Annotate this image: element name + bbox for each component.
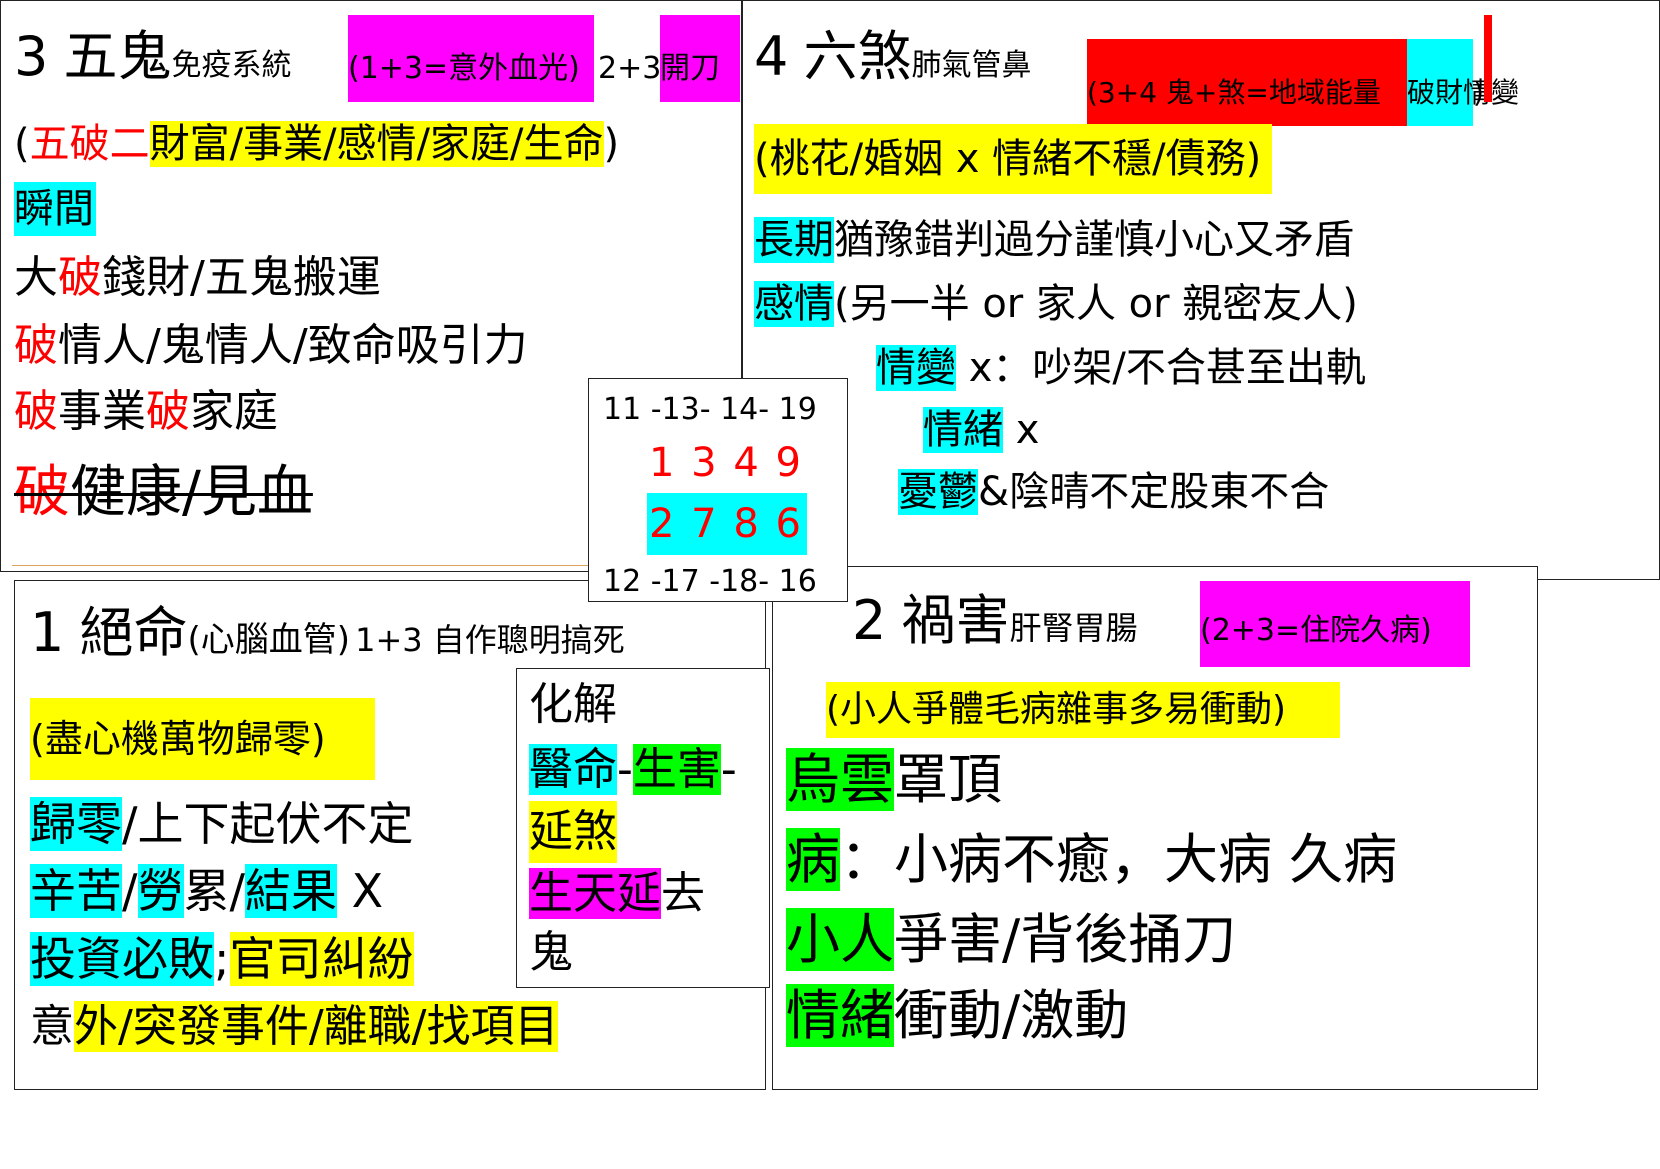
- wugui-combo-2b: 開刀: [660, 15, 740, 102]
- huohai-line-3: 病：小病不癒，大病 久病: [786, 828, 1398, 891]
- remedy-title: 化解: [529, 679, 617, 730]
- liusha-line-1: (桃花/婚姻 x 情緒不穩/債務): [754, 124, 1272, 194]
- wugui-title: 五鬼: [63, 25, 172, 88]
- jueming-organs: (心腦血管): [187, 620, 350, 660]
- huohai-title: 禍害: [901, 589, 1010, 652]
- jueming-line-5: 意外/突發事件/離職/找項目: [30, 1001, 559, 1052]
- wugui-line-4: 破情人/鬼情人/致命吸引力: [14, 320, 528, 371]
- wugui-line-1: (五破二財富/事業/感情/家庭/生命): [14, 121, 620, 167]
- liusha-organs: 肺氣管鼻: [911, 48, 1032, 83]
- liusha-combo: (3+4 鬼+煞=地域能量 破財情變): [1087, 15, 1519, 126]
- liusha-line-4: 情變 x：吵架/不合甚至出軌: [876, 345, 1366, 391]
- number-box-row-2: 2 7 8 6: [647, 493, 807, 555]
- huohai-line-2: 烏雲罩頂: [786, 748, 1002, 811]
- huohai-heading: 2 禍害肝腎胃腸: [852, 594, 1137, 660]
- jueming-line-1: (盡心機萬物歸零): [30, 698, 375, 780]
- jueming-combo: 1+3 自作聰明搞死: [355, 621, 625, 659]
- wugui-line-2: 瞬間: [14, 182, 96, 236]
- liusha-number: 4: [754, 25, 789, 88]
- remedy-line-4: 鬼: [529, 927, 573, 978]
- wugui-line-3: 大破錢財/五鬼搬運: [14, 252, 381, 303]
- liusha-line-2: 長期猶豫錯判過分謹慎小心又矛盾: [754, 217, 1354, 263]
- jueming-heading: 1 絕命(心腦血管) 1+3 自作聰明搞死: [30, 606, 625, 672]
- jueming-line-4: 投資必敗;官司糾紛: [30, 932, 414, 986]
- remedy-box: 化解 醫命-生害- 延煞 生天延去 鬼: [516, 668, 770, 988]
- huohai-line-1: (小人爭體毛病雜事多易衝動): [826, 682, 1340, 738]
- remedy-line-1: 醫命-生害-: [529, 744, 737, 795]
- divider-line: [12, 565, 612, 566]
- number-box-top: 11 -13- 14- 19: [603, 392, 817, 427]
- wugui-organs: 免疫系統: [171, 48, 292, 83]
- liusha-heading: 4 六煞肺氣管鼻: [754, 30, 1031, 96]
- jueming-line-2: 歸零/上下起伏不定: [30, 797, 414, 851]
- wugui-line-5: 破事業破家庭: [14, 386, 278, 437]
- wugui-number: 3: [14, 25, 49, 88]
- liusha-title: 六煞: [803, 25, 912, 88]
- huohai-combo: (2+3=住院久病): [1200, 581, 1470, 667]
- liusha-line-5: 情緒 x: [923, 407, 1040, 453]
- jueming-line-3: 辛苦/勞累/結果 X: [30, 864, 384, 918]
- wugui-combo-2a: 2+3: [598, 51, 662, 86]
- huohai-line-4: 小人爭害/背後捅刀: [786, 908, 1237, 971]
- remedy-line-2: 延煞: [529, 801, 617, 863]
- huohai-number: 2: [852, 589, 887, 652]
- wugui-line-6: 破健康/見血: [14, 460, 313, 525]
- jueming-number: 1: [30, 601, 65, 664]
- liusha-line-6: 憂鬱&陰晴不定股東不合: [898, 469, 1330, 515]
- number-box: 11 -13- 14- 19 1 3 4 9 2 7 8 6 12 -17 -1…: [588, 378, 848, 602]
- wugui-combo-1: (1+3=意外血光): [348, 15, 594, 102]
- huohai-organs: 肝腎胃腸: [1009, 609, 1138, 647]
- remedy-line-3: 生天延去: [529, 868, 705, 919]
- number-box-bottom: 12 -17 -18- 16: [603, 564, 817, 599]
- number-box-row-1: 1 3 4 9: [649, 440, 803, 486]
- liusha-line-3: 感情(另一半 or 家人 or 親密友人): [754, 281, 1358, 327]
- huohai-line-5: 情緒衝動/激動: [786, 984, 1129, 1047]
- wugui-heading: 3 五鬼免疫系統: [14, 30, 291, 96]
- jueming-title: 絕命: [79, 601, 188, 664]
